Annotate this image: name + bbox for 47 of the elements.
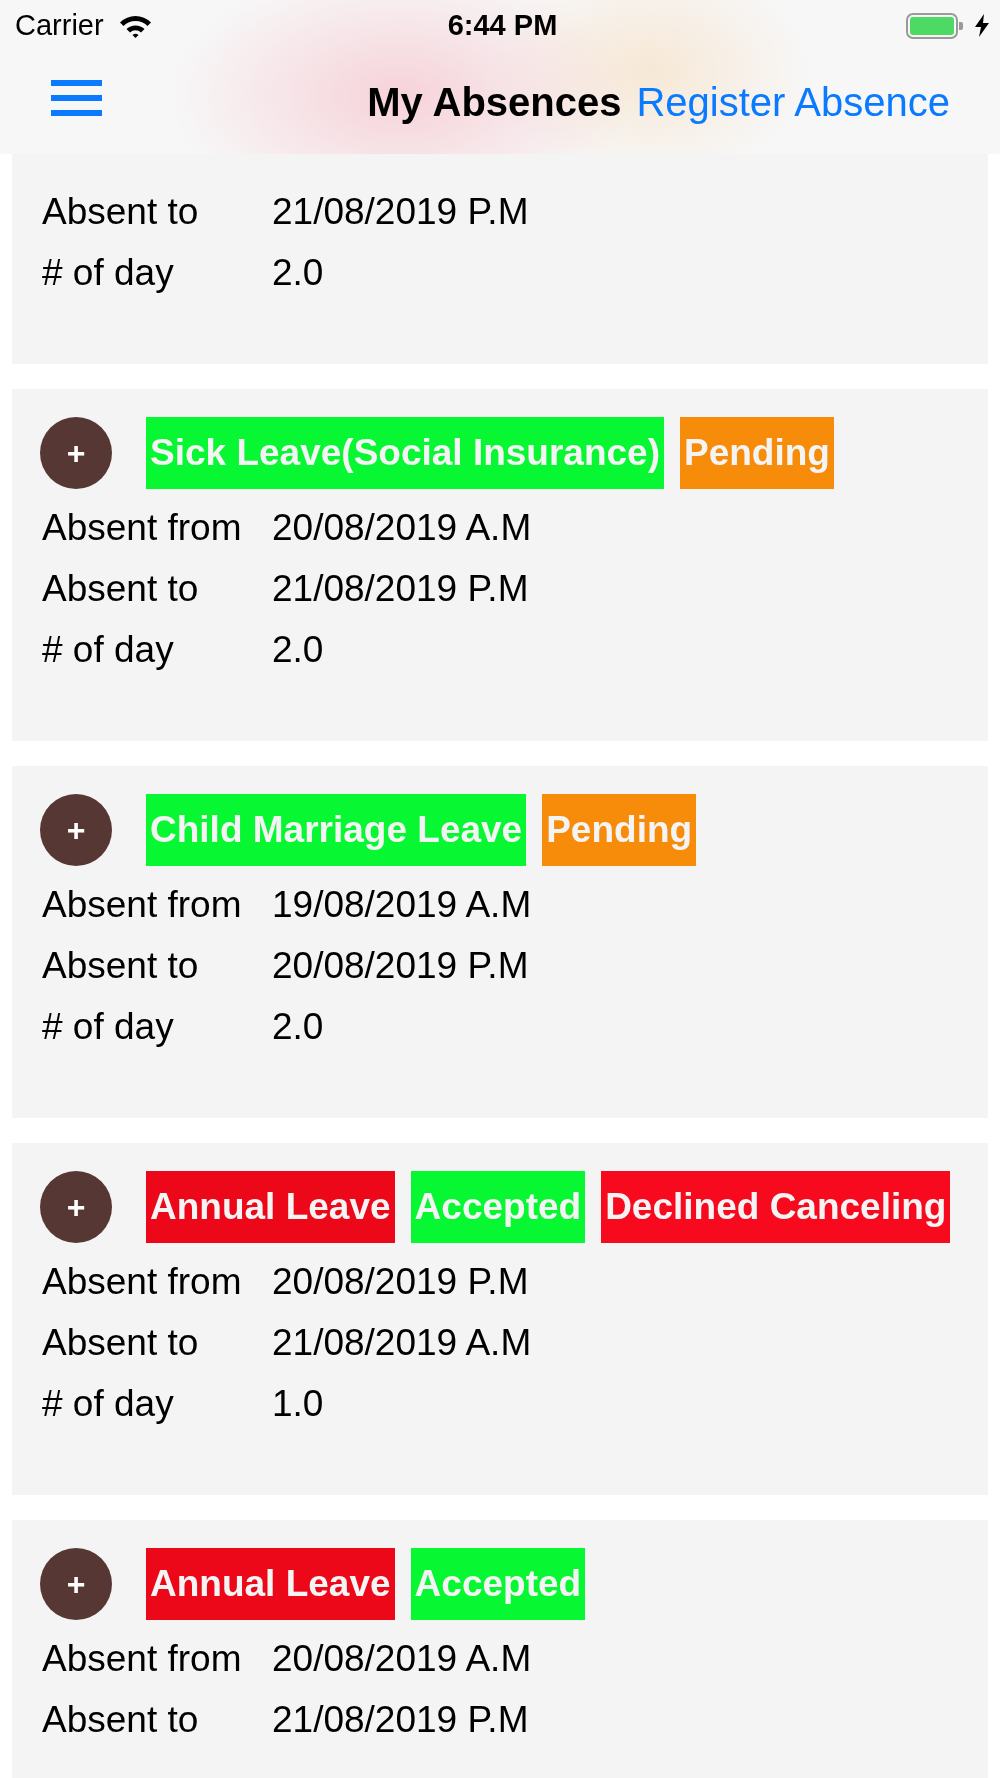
battery-icon <box>906 12 963 39</box>
field-label: # of day <box>42 1382 175 1426</box>
field-label: # of day <box>42 251 175 295</box>
field-value: 20/08/2019 P.M <box>272 1260 530 1304</box>
field-label: # of day <box>42 1005 175 1049</box>
field-label: Absent from <box>42 1260 243 1304</box>
status-tag: Declined Canceling <box>601 1171 951 1243</box>
field-label: Absent to <box>42 190 200 234</box>
field-value: 20/08/2019 P.M <box>272 944 530 988</box>
status-tag: Child Marriage Leave <box>146 794 527 866</box>
status-tag: Sick Leave(Social Insurance) <box>146 417 664 489</box>
expand-button[interactable]: + <box>40 1548 112 1620</box>
field-label: Absent from <box>42 1637 243 1681</box>
field-label: Absent from <box>42 883 243 927</box>
field-label: Absent to <box>42 567 200 611</box>
field-value: 2.0 <box>272 628 325 672</box>
field-label: # of day <box>42 628 175 672</box>
expand-button[interactable]: + <box>40 417 112 489</box>
page-title: My Absences <box>367 80 622 125</box>
expand-button[interactable]: + <box>40 1171 112 1243</box>
field-value: 21/08/2019 P.M <box>272 190 529 234</box>
field-value: 2.0 <box>272 1005 325 1049</box>
menu-icon[interactable] <box>51 79 102 116</box>
field-label: Absent to <box>42 1698 200 1742</box>
field-value: 19/08/2019 A.M <box>272 883 532 927</box>
field-value: 21/08/2019 P.M <box>272 567 530 611</box>
status-tag: Annual Leave <box>146 1548 395 1620</box>
field-value: 1.0 <box>272 1382 325 1426</box>
status-tag: Accepted <box>410 1548 586 1620</box>
status-tag: Pending <box>680 417 834 489</box>
register-absence-button[interactable]: Register Absence <box>636 80 950 125</box>
wifi-icon <box>118 13 152 38</box>
status-tag: Annual Leave <box>146 1171 395 1243</box>
field-label: Absent from <box>42 506 243 550</box>
status-tag: Accepted <box>410 1171 586 1243</box>
field-value: 2.0 <box>272 251 325 295</box>
clock-time: 6:44 PM <box>447 9 558 42</box>
field-value: 21/08/2019 P.M <box>272 1698 530 1742</box>
field-value: 20/08/2019 A.M <box>272 1637 532 1681</box>
field-label: Absent to <box>42 944 200 988</box>
expand-button[interactable]: + <box>40 794 112 866</box>
field-value: 21/08/2019 A.M <box>272 1321 532 1365</box>
field-value: 20/08/2019 A.M <box>272 506 532 550</box>
charging-bolt-icon <box>974 14 990 37</box>
carrier-name: Carrier <box>15 9 104 42</box>
status-tag: Pending <box>542 794 697 866</box>
field-label: Absent to <box>42 1321 200 1365</box>
